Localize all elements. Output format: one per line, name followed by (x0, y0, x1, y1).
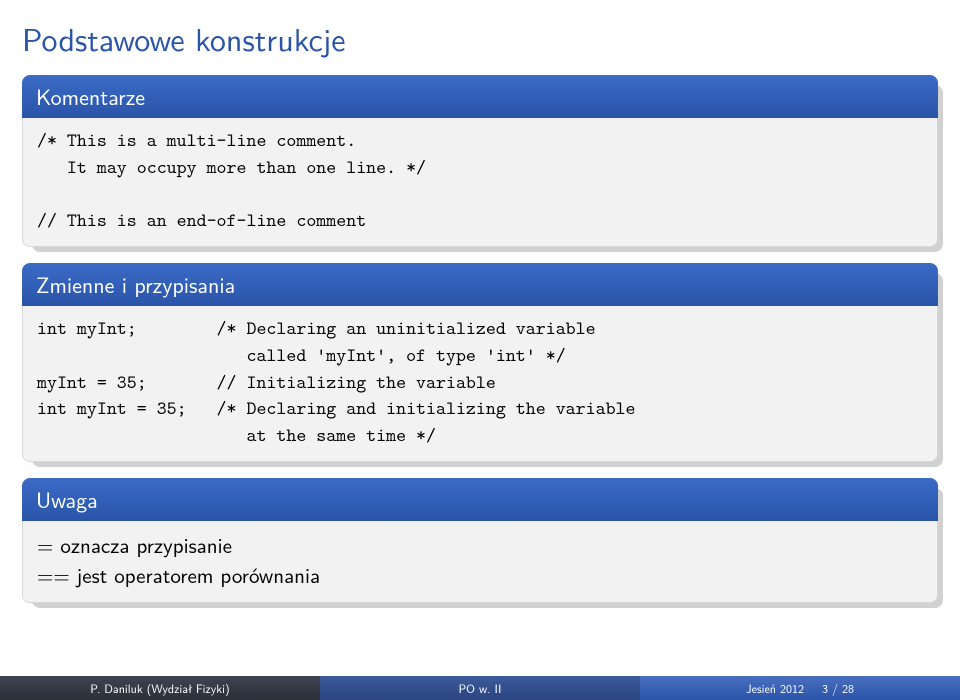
footer-author: P. Daniluk (Wydział Fizyki) (0, 676, 320, 700)
footer-term: Jesień 2012 (746, 679, 804, 697)
footer: P. Daniluk (Wydział Fizyki) PO w. II Jes… (0, 676, 960, 700)
note-line-1: = oznacza przypisanie (37, 531, 923, 560)
block-comments: Komentarze /* This is a multi-line comme… (22, 75, 938, 247)
block-body-variables: int myInt; /* Declaring an uninitialized… (22, 306, 938, 462)
footer-right: Jesień 2012 3 / 28 (640, 676, 960, 700)
footer-page: 3 / 28 (822, 679, 854, 697)
block-body-comments: /* This is a multi-line comment. It may … (22, 118, 938, 247)
block-variables: Zmienne i przypisania int myInt; /* Decl… (22, 263, 938, 462)
block-body-note: = oznacza przypisanie == jest operatorem… (22, 521, 938, 603)
block-header-note: Uwaga (22, 478, 938, 521)
footer-title: PO w. II (320, 676, 640, 700)
page-title: Podstawowe konstrukcje (22, 14, 938, 61)
slide: Podstawowe konstrukcje Komentarze /* Thi… (0, 0, 960, 603)
note-line-2: == jest operatorem porównania (37, 561, 923, 590)
block-header-comments: Komentarze (22, 75, 938, 118)
block-header-variables: Zmienne i przypisania (22, 263, 938, 306)
block-note: Uwaga = oznacza przypisanie == jest oper… (22, 478, 938, 603)
